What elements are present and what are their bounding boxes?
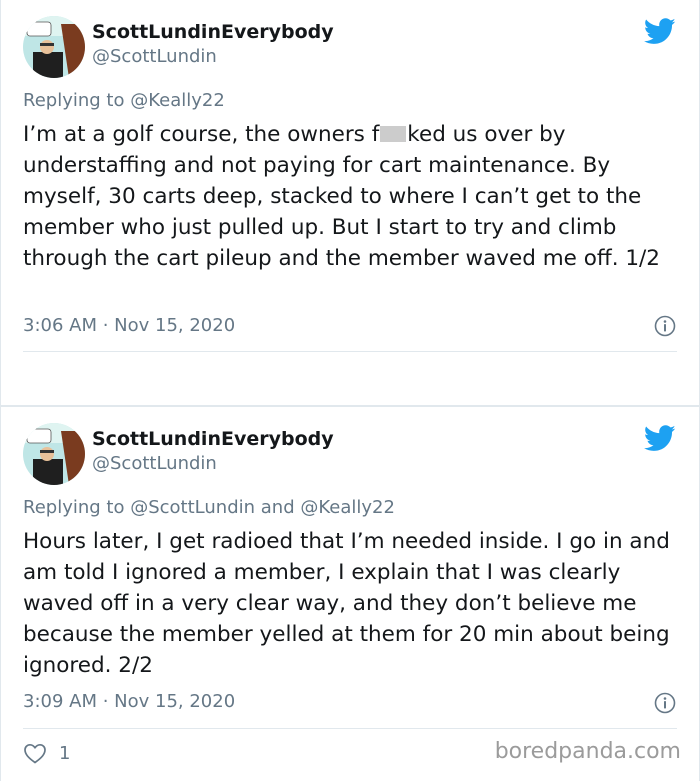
tweet-text: Hours later, I get radioed that I’m need… xyxy=(23,529,670,678)
replying-label: Replying to xyxy=(23,90,125,111)
info-icon[interactable] xyxy=(654,315,676,337)
twitter-bird-icon[interactable] xyxy=(644,425,676,452)
author-name[interactable]: ScottLundinEverybody xyxy=(92,21,334,43)
replying-to: Replying to @Keally22 xyxy=(23,90,225,111)
tweet-text-part-1: I’m at a golf course, the owners f xyxy=(23,122,380,147)
replying-label: Replying to xyxy=(23,497,125,518)
author-avatar[interactable] xyxy=(23,423,85,485)
info-icon[interactable] xyxy=(654,692,676,714)
author-handle[interactable]: @ScottLundin xyxy=(92,46,217,67)
author-handle[interactable]: @ScottLundin xyxy=(92,453,217,474)
mention-link[interactable]: @Keally22 xyxy=(300,497,395,518)
tweet-timestamp[interactable]: 3:09 AM · Nov 15, 2020 xyxy=(23,691,235,712)
mention-link[interactable]: @Keally22 xyxy=(130,90,225,111)
author-avatar[interactable] xyxy=(23,16,85,78)
author-name[interactable]: ScottLundinEverybody xyxy=(92,428,334,450)
divider xyxy=(23,728,677,729)
replying-joiner: and xyxy=(260,497,295,518)
tweet-text: I’m at a golf course, the owners f ked us… xyxy=(23,119,683,274)
tweet-card-2: ScottLundinEverybody @ScottLundin Replyi… xyxy=(0,406,700,781)
watermark: boredpanda.com xyxy=(494,739,681,764)
like-count: 1 xyxy=(59,743,71,764)
redaction-block xyxy=(380,126,407,142)
mention-link[interactable]: @ScottLundin xyxy=(130,497,255,518)
tweet-card-1: ScottLundinEverybody @ScottLundin Replyi… xyxy=(0,0,700,406)
heart-outline-icon[interactable] xyxy=(23,742,47,764)
replying-to: Replying to @ScottLundin and @Keally22 xyxy=(23,497,395,518)
twitter-bird-icon[interactable] xyxy=(644,18,676,45)
divider xyxy=(23,351,677,352)
tweet-timestamp[interactable]: 3:06 AM · Nov 15, 2020 xyxy=(23,315,235,336)
